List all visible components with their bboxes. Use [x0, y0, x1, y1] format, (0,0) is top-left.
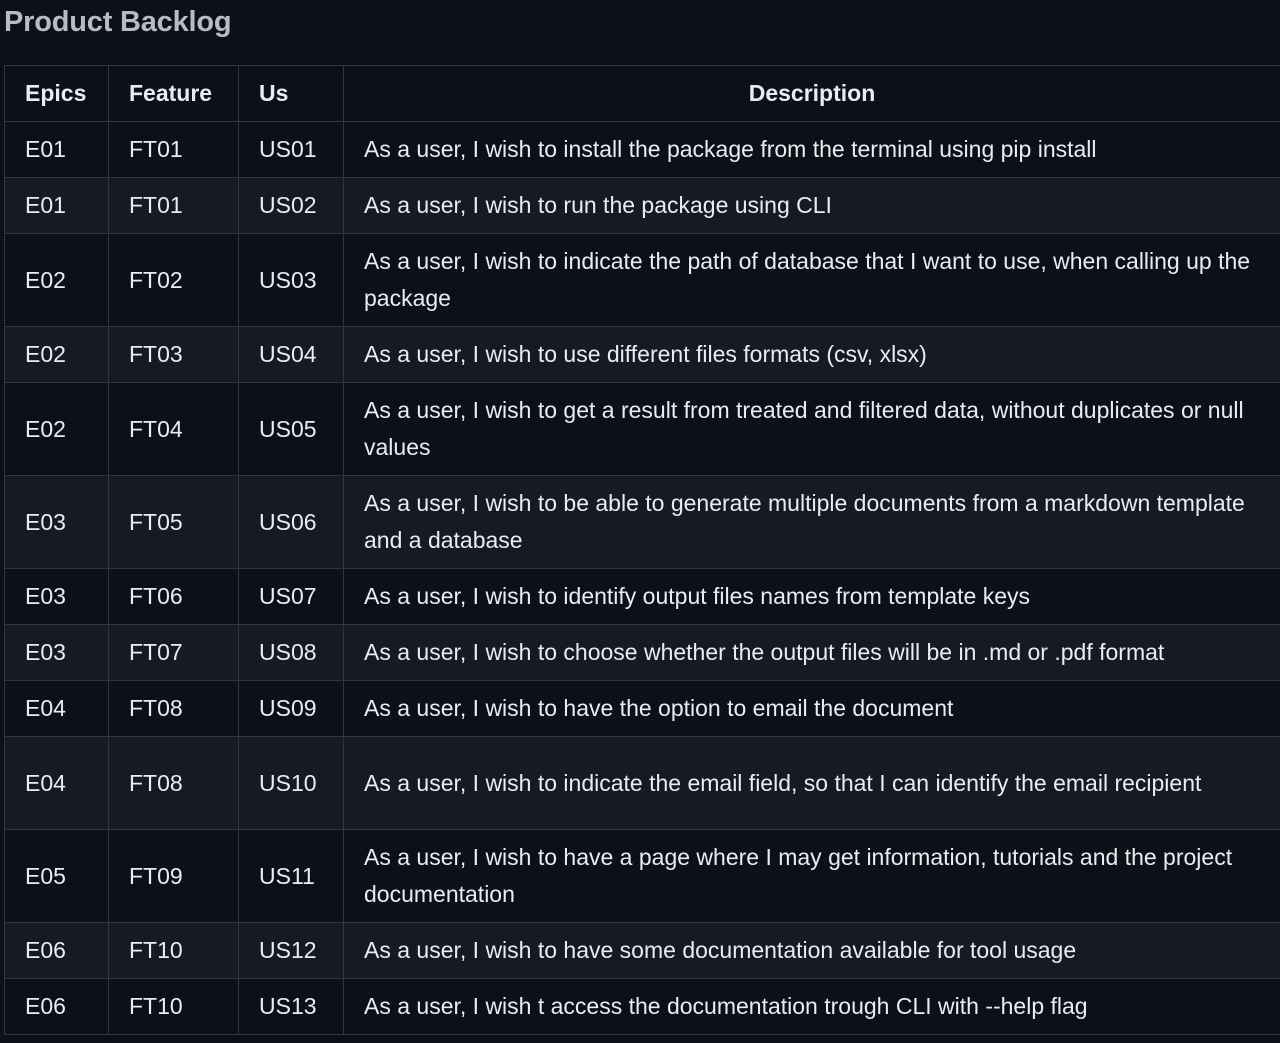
table-row: E06 FT10 US12 As a user, I wish to have … [4, 922, 1280, 979]
cell-description: As a user, I wish to have some documenta… [343, 922, 1280, 979]
cell-feature: FT05 [108, 475, 239, 569]
cell-description: As a user, I wish to have a page where I… [343, 829, 1280, 923]
cell-epic: E05 [4, 829, 109, 923]
table-row: E01 FT01 US02 As a user, I wish to run t… [4, 177, 1280, 234]
cell-feature: FT03 [108, 326, 239, 383]
table-row: E02 FT03 US04 As a user, I wish to use d… [4, 326, 1280, 383]
column-header-description: Description [343, 65, 1280, 122]
cell-epic: E01 [4, 121, 109, 178]
cell-epic: E01 [4, 177, 109, 234]
cell-epic: E06 [4, 922, 109, 979]
cell-epic: E03 [4, 624, 109, 681]
table-row: E04 FT08 US10 As a user, I wish to indic… [4, 736, 1280, 830]
cell-epic: E02 [4, 382, 109, 476]
cell-feature: FT08 [108, 736, 239, 830]
cell-us: US02 [238, 177, 344, 234]
column-header-epics: Epics [4, 65, 109, 122]
cell-epic: E02 [4, 233, 109, 327]
cell-feature: FT10 [108, 978, 239, 1035]
cell-description: As a user, I wish to run the package usi… [343, 177, 1280, 234]
cell-us: US11 [238, 829, 344, 923]
backlog-table: Epics Feature Us Description E01 FT01 US… [4, 65, 1280, 1035]
cell-us: US07 [238, 568, 344, 625]
cell-epic: E04 [4, 680, 109, 737]
cell-feature: FT01 [108, 177, 239, 234]
cell-feature: FT09 [108, 829, 239, 923]
cell-epic: E04 [4, 736, 109, 830]
cell-us: US13 [238, 978, 344, 1035]
cell-feature: FT07 [108, 624, 239, 681]
table-row: E03 FT05 US06 As a user, I wish to be ab… [4, 475, 1280, 569]
cell-epic: E06 [4, 978, 109, 1035]
cell-description: As a user, I wish to choose whether the … [343, 624, 1280, 681]
table-row: E02 FT02 US03 As a user, I wish to indic… [4, 233, 1280, 327]
cell-us: US09 [238, 680, 344, 737]
cell-us: US10 [238, 736, 344, 830]
cell-description: As a user, I wish to be able to generate… [343, 475, 1280, 569]
table-body: E01 FT01 US01 As a user, I wish to insta… [4, 121, 1280, 1035]
table-row: E04 FT08 US09 As a user, I wish to have … [4, 680, 1280, 737]
cell-feature: FT08 [108, 680, 239, 737]
cell-us: US01 [238, 121, 344, 178]
column-header-feature: Feature [108, 65, 239, 122]
cell-feature: FT01 [108, 121, 239, 178]
cell-description: As a user, I wish to install the package… [343, 121, 1280, 178]
table-header-row: Epics Feature Us Description [4, 65, 1280, 122]
table-row: E03 FT06 US07 As a user, I wish to ident… [4, 568, 1280, 625]
table-header: Epics Feature Us Description [4, 65, 1280, 122]
cell-us: US06 [238, 475, 344, 569]
cell-epic: E03 [4, 568, 109, 625]
cell-feature: FT10 [108, 922, 239, 979]
cell-description: As a user, I wish to get a result from t… [343, 382, 1280, 476]
page: Product Backlog Epics Feature Us Descrip… [0, 0, 1280, 1043]
page-title: Product Backlog [4, 6, 232, 38]
cell-feature: FT02 [108, 233, 239, 327]
table-row: E03 FT07 US08 As a user, I wish to choos… [4, 624, 1280, 681]
cell-epic: E03 [4, 475, 109, 569]
table-row: E02 FT04 US05 As a user, I wish to get a… [4, 382, 1280, 476]
cell-us: US12 [238, 922, 344, 979]
table-row: E01 FT01 US01 As a user, I wish to insta… [4, 121, 1280, 178]
cell-us: US03 [238, 233, 344, 327]
cell-feature: FT04 [108, 382, 239, 476]
cell-feature: FT06 [108, 568, 239, 625]
table-row: E06 FT10 US13 As a user, I wish t access… [4, 978, 1280, 1035]
cell-description: As a user, I wish to identify output fil… [343, 568, 1280, 625]
cell-description: As a user, I wish t access the documenta… [343, 978, 1280, 1035]
cell-description: As a user, I wish to indicate the path o… [343, 233, 1280, 327]
cell-us: US05 [238, 382, 344, 476]
table-row: E05 FT09 US11 As a user, I wish to have … [4, 829, 1280, 923]
cell-description: As a user, I wish to have the option to … [343, 680, 1280, 737]
cell-us: US08 [238, 624, 344, 681]
cell-description: As a user, I wish to use different files… [343, 326, 1280, 383]
column-header-us: Us [238, 65, 344, 122]
cell-epic: E02 [4, 326, 109, 383]
cell-us: US04 [238, 326, 344, 383]
cell-description: As a user, I wish to indicate the email … [343, 736, 1280, 830]
